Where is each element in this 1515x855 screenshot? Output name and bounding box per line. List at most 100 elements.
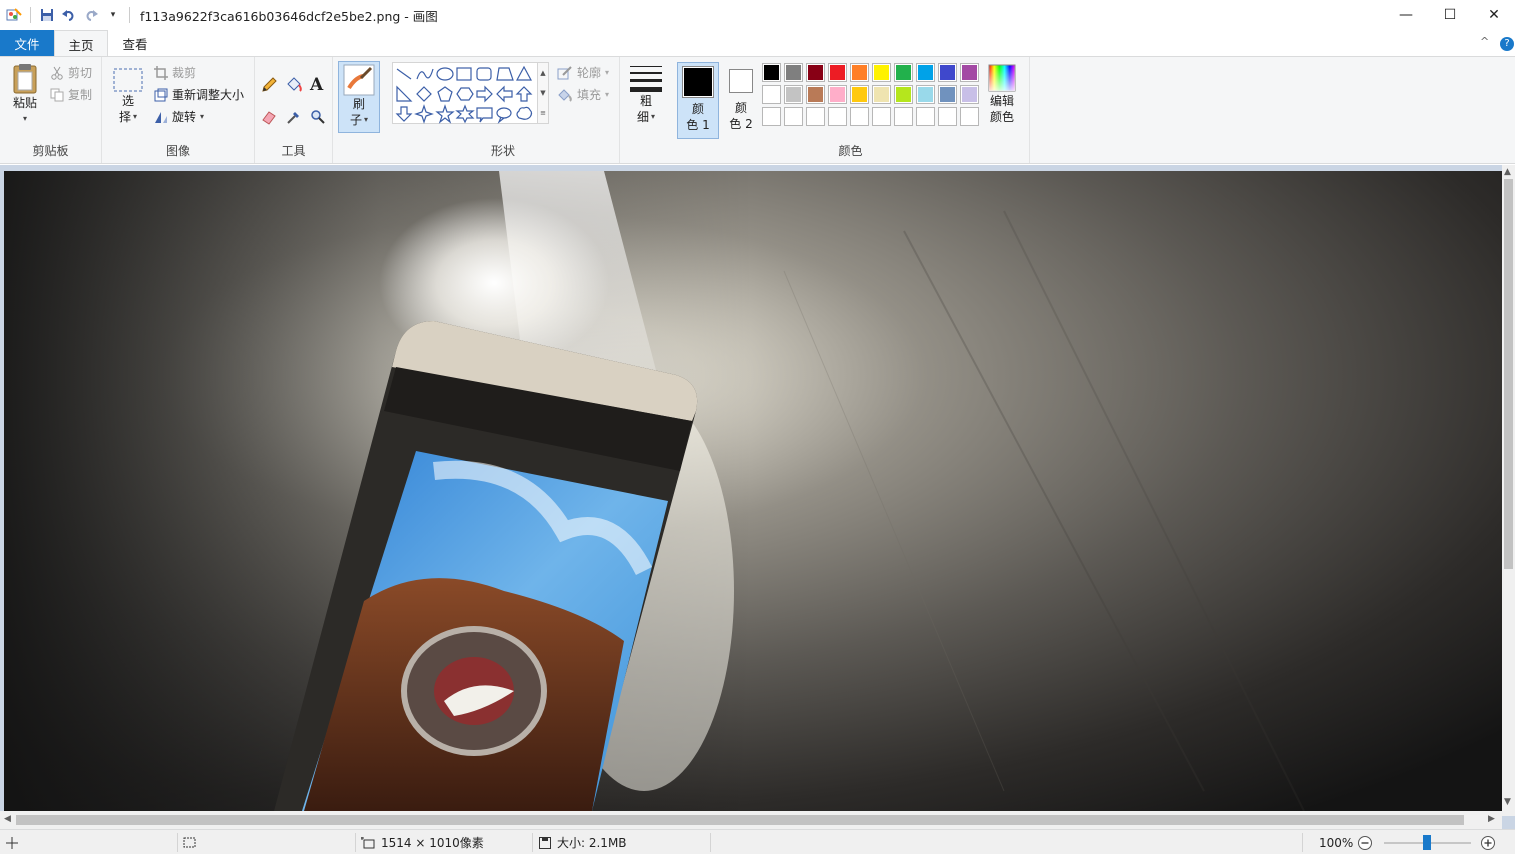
outline-button[interactable]: 轮廓 ▾ <box>557 64 609 81</box>
crop-label: 裁剪 <box>172 66 197 80</box>
palette-swatch[interactable] <box>938 63 957 82</box>
palette-swatch[interactable] <box>784 85 803 104</box>
zoom-out-button[interactable] <box>1357 830 1373 855</box>
redo-icon[interactable] <box>83 7 99 23</box>
palette-swatch[interactable] <box>762 107 781 126</box>
rounded-rectangle-shape-icon <box>476 67 492 81</box>
palette-swatch[interactable] <box>850 85 869 104</box>
save-icon <box>539 836 551 849</box>
edit-colors-button[interactable]: 编辑 颜色 <box>982 63 1022 125</box>
scroll-up-icon[interactable]: ▲ <box>540 69 545 77</box>
color2-button[interactable]: 颜 色 2 <box>722 62 760 139</box>
image-group-label: 图像 <box>165 144 190 158</box>
crosshair-icon <box>6 836 18 849</box>
palette-swatch[interactable] <box>938 85 957 104</box>
scroll-left-icon[interactable]: ◀ <box>4 814 11 824</box>
maximize-button[interactable]: ☐ <box>1427 0 1473 30</box>
close-button[interactable]: ✕ <box>1471 0 1515 30</box>
palette-swatch[interactable] <box>916 85 935 104</box>
selection-size <box>183 830 197 855</box>
fill-bucket-icon[interactable] <box>285 77 303 93</box>
paste-label: 粘贴 <box>12 96 37 110</box>
palette-swatch[interactable] <box>784 63 803 82</box>
rotate-label: 旋转 <box>172 110 197 124</box>
copy-button[interactable]: 复制 <box>50 86 92 103</box>
select-label-2: 择 <box>118 110 131 124</box>
canvas-image[interactable] <box>4 171 1502 811</box>
palette-swatch[interactable] <box>938 107 957 126</box>
tab-file[interactable]: 文件 <box>0 30 54 56</box>
palette-swatch[interactable] <box>894 63 913 82</box>
scroll-down-icon[interactable]: ▼ <box>1504 797 1511 807</box>
minimize-button[interactable]: — <box>1383 0 1429 30</box>
color-picker-icon[interactable] <box>286 109 302 125</box>
select-button[interactable]: 选 择 ▾ <box>110 67 146 125</box>
eraser-icon[interactable] <box>261 109 277 125</box>
customize-toolbar-icon[interactable]: ▾ <box>105 7 121 23</box>
size-button[interactable]: 粗 细 ▾ <box>626 63 666 125</box>
cut-button[interactable]: 剪切 <box>50 64 92 81</box>
save-icon[interactable] <box>39 7 55 23</box>
crop-button[interactable]: 裁剪 <box>154 64 196 81</box>
arrow-up-shape-icon <box>515 86 533 102</box>
palette-swatch[interactable] <box>960 63 979 82</box>
scroll-down-icon[interactable]: ▼ <box>540 89 545 97</box>
collapse-ribbon-icon[interactable]: ^ <box>1480 35 1489 48</box>
palette-swatch[interactable] <box>784 107 803 126</box>
palette-swatch[interactable] <box>762 85 781 104</box>
triangle-shape-icon <box>515 65 533 81</box>
pencil-icon[interactable] <box>261 77 277 93</box>
text-tool-icon[interactable]: A <box>310 75 323 95</box>
palette-swatch[interactable] <box>806 107 825 126</box>
magnifier-icon[interactable] <box>310 109 326 125</box>
palette-swatch[interactable] <box>828 63 847 82</box>
vertical-scrollbar[interactable]: ▲ ▼ <box>1502 165 1515 816</box>
horizontal-scrollbar[interactable]: ◀ ▶ <box>0 811 1502 829</box>
star-six-shape-icon <box>455 104 475 124</box>
palette-swatch[interactable] <box>872 63 891 82</box>
palette-swatch[interactable] <box>960 85 979 104</box>
scroll-right-icon[interactable]: ▶ <box>1488 814 1495 824</box>
expand-gallery-icon[interactable]: ≡ <box>540 109 546 117</box>
rectangle-shape-icon <box>456 67 472 81</box>
palette-swatch[interactable] <box>872 107 891 126</box>
help-icon[interactable]: ? <box>1500 37 1514 51</box>
shapes-gallery[interactable] <box>392 62 542 124</box>
scroll-up-icon[interactable]: ▲ <box>1504 167 1511 177</box>
rotate-button[interactable]: 旋转 ▾ <box>154 108 204 125</box>
palette-swatch[interactable] <box>894 85 913 104</box>
chevron-down-icon: ▾ <box>605 68 610 77</box>
palette-swatch[interactable] <box>828 85 847 104</box>
resize-button[interactable]: 重新调整大小 <box>154 86 244 103</box>
paint-app-icon[interactable] <box>6 7 22 23</box>
palette-swatch[interactable] <box>872 85 891 104</box>
photo-phone-light <box>4 171 1502 811</box>
palette-swatch[interactable] <box>894 107 913 126</box>
palette-swatch[interactable] <box>850 107 869 126</box>
palette-swatch[interactable] <box>828 107 847 126</box>
horizontal-scroll-thumb[interactable] <box>16 815 1464 825</box>
clipboard-group-label: 剪贴板 <box>32 144 69 158</box>
palette-swatch[interactable] <box>916 63 935 82</box>
color1-button[interactable]: 颜 色 1 <box>677 62 719 139</box>
paste-button[interactable]: 粘贴 ▾ <box>8 63 42 127</box>
pentagon-shape-icon <box>437 86 453 102</box>
zoom-in-button[interactable] <box>1480 830 1496 855</box>
palette-swatch[interactable] <box>960 107 979 126</box>
status-divider <box>710 833 711 852</box>
shapes-gallery-scroll[interactable]: ▲ ▼ ≡ <box>537 62 549 124</box>
status-bar: 1514 × 1010像素 大小: 2.1MB 100% <box>0 829 1515 854</box>
zoom-slider-thumb[interactable] <box>1423 835 1431 850</box>
palette-swatch[interactable] <box>762 63 781 82</box>
undo-icon[interactable] <box>61 7 77 23</box>
shapes-group: ▲ ▼ ≡ 轮廓 ▾ 填充 ▾ 形状 <box>387 57 620 163</box>
palette-swatch[interactable] <box>850 63 869 82</box>
tab-home[interactable]: 主页 <box>54 30 108 57</box>
fill-button[interactable]: 填充 ▾ <box>557 86 609 103</box>
palette-swatch[interactable] <box>916 107 935 126</box>
tab-view[interactable]: 查看 <box>108 30 162 56</box>
palette-swatch[interactable] <box>806 85 825 104</box>
palette-swatch[interactable] <box>806 63 825 82</box>
brushes-button[interactable]: 刷 子 ▾ <box>338 61 380 133</box>
vertical-scroll-thumb[interactable] <box>1504 179 1513 569</box>
